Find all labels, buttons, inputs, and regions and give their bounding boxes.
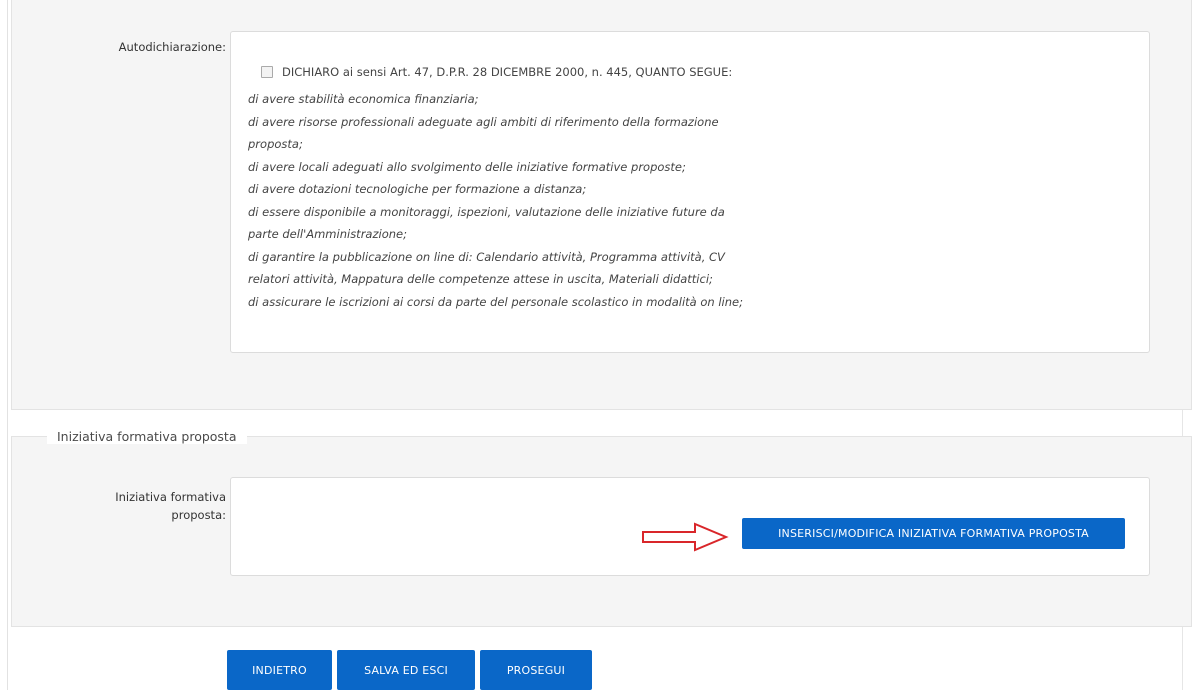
declaration-line: di avere locali adeguati allo svolgiment… <box>248 159 686 174</box>
declaration-line: di garantire la pubblicazione on line di… <box>248 249 725 264</box>
back-button[interactable]: INDIETRO <box>227 650 332 690</box>
declaration-list: di avere stabilità economica finanziaria… <box>248 88 928 313</box>
declaration-line: di avere risorse professionali adeguate … <box>248 114 719 129</box>
right-arrow-icon <box>642 522 729 552</box>
continue-button[interactable]: PROSEGUI <box>480 650 592 690</box>
declaration-line: di avere dotazioni tecnologiche per form… <box>248 182 587 196</box>
declaration-checkbox-row[interactable]: DICHIARO ai sensi Art. 47, D.P.R. 28 DIC… <box>261 65 732 79</box>
declaration-line: di essere disponibile a monitoraggi, isp… <box>248 204 725 219</box>
declaration-checkbox-label: DICHIARO ai sensi Art. 47, D.P.R. 28 DIC… <box>282 65 733 79</box>
initiative-label-line2: proposta: <box>171 508 226 522</box>
declaration-line: relatori attività, Mappatura delle compe… <box>248 272 713 286</box>
initiative-legend: Iniziativa formativa proposta <box>47 429 247 444</box>
declaration-line: parte dell'Amministrazione; <box>248 227 407 241</box>
declaration-checkbox[interactable] <box>261 66 273 78</box>
insert-initiative-button[interactable]: INSERISCI/MODIFICA INIZIATIVA FORMATIVA … <box>742 518 1125 549</box>
save-and-exit-button[interactable]: SALVA ED ESCI <box>337 650 475 690</box>
declaration-line: proposta; <box>248 137 303 151</box>
initiative-label: Iniziativa formativa proposta: <box>60 488 226 524</box>
declaration-box: DICHIARO ai sensi Art. 47, D.P.R. 28 DIC… <box>230 31 1150 353</box>
page-border-left <box>7 0 8 690</box>
self-declaration-label: Autodichiarazione: <box>118 40 226 54</box>
declaration-line: di avere stabilità economica finanziaria… <box>248 92 479 106</box>
initiative-label-line1: Iniziativa formativa <box>115 490 226 504</box>
declaration-line: di assicurare le iscrizioni ai corsi da … <box>248 294 743 309</box>
